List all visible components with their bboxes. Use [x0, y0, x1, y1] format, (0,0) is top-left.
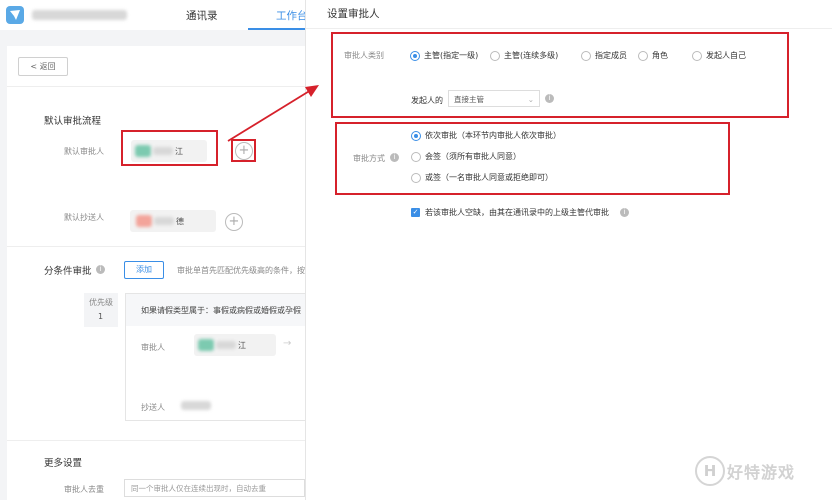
- name-blurred: [154, 217, 174, 225]
- tab-workbench[interactable]: 工作台: [276, 8, 306, 23]
- add-condition-button[interactable]: 添加: [124, 261, 164, 279]
- approver-type-option: 主管(指定一级): [424, 51, 479, 60]
- conditional-approval-title: 分条件审批: [44, 266, 92, 277]
- condition-card: 如果请假类型属于：事假或病假或婚假或孕假 审批人 江 → 抄送人: [125, 293, 307, 421]
- default-approver-chip[interactable]: 江: [131, 140, 207, 162]
- info-icon[interactable]: i: [390, 153, 399, 162]
- priority-label: 优先级: [89, 298, 113, 307]
- condition-text: 如果请假类型属于：事假或病假或婚假或孕假: [141, 306, 301, 315]
- approval-method-option: 依次审批（本环节内审批人依次审批）: [425, 131, 561, 140]
- approver-name-suffix: 江: [238, 341, 246, 350]
- org-name-blurred: [32, 10, 127, 20]
- approver-type-option: 发起人自己: [706, 51, 746, 60]
- arrow-right-icon: →: [283, 338, 292, 349]
- info-icon[interactable]: i: [620, 208, 629, 217]
- avatar: [198, 339, 214, 351]
- cc-name-suffix: 德: [176, 217, 184, 226]
- radio-method-0[interactable]: [411, 131, 421, 141]
- approver-name-suffix: 江: [175, 147, 183, 156]
- default-flow-title: 默认审批流程: [44, 116, 102, 127]
- avatar: [135, 145, 151, 157]
- chevron-down-icon: ⌄: [527, 95, 534, 104]
- info-icon[interactable]: i: [545, 94, 554, 103]
- radio-method-2[interactable]: [411, 173, 421, 183]
- app-logo-icon: [6, 6, 24, 24]
- approver-type-highlight-box: [331, 32, 789, 118]
- radio-approver-type-3[interactable]: [638, 51, 648, 61]
- add-cc-icon[interactable]: +: [225, 213, 243, 231]
- dedupe-label: 审批人去重: [64, 485, 104, 494]
- default-cc-label: 默认抄送人: [64, 213, 104, 222]
- radio-approver-type-4[interactable]: [692, 51, 702, 61]
- approver-type-label: 审批人类别: [344, 51, 384, 60]
- divider: [306, 28, 832, 29]
- radio-approver-type-2[interactable]: [581, 51, 591, 61]
- radio-approver-type-0[interactable]: [410, 51, 420, 61]
- priority-value: 1: [98, 312, 104, 321]
- approval-method-option: 或签（一名审批人同意或拒绝即可）: [425, 173, 553, 182]
- dedupe-select[interactable]: 同一个审批人仅在连续出现时，自动去重: [124, 479, 305, 497]
- initiator-label: 发起人的: [411, 96, 443, 105]
- default-approver-label: 默认审批人: [64, 147, 104, 156]
- name-blurred: [216, 341, 236, 349]
- approver-type-option: 指定成员: [595, 51, 627, 60]
- approver-type-option: 角色: [652, 51, 668, 60]
- conditional-hint: 审批单首先匹配优先级高的条件，按: [177, 266, 305, 275]
- annotation-arrow: [227, 85, 319, 142]
- condition-approver-chip[interactable]: 江: [194, 334, 276, 356]
- divider: [7, 440, 305, 441]
- back-button[interactable]: < 返回: [18, 57, 68, 76]
- watermark-logo-icon: H: [695, 456, 725, 486]
- panel-title: 设置审批人: [327, 8, 380, 20]
- fallback-checkbox-label: 若该审批人空缺，由其在通讯录中的上级主管代审批: [425, 208, 609, 217]
- info-icon[interactable]: i: [96, 265, 105, 274]
- approval-method-option: 会签（须所有审批人同意）: [425, 152, 521, 161]
- watermark-text: 好特游戏: [727, 463, 796, 482]
- initiator-select-value: 直接主管: [454, 95, 484, 104]
- avatar: [136, 215, 152, 227]
- tab-contacts[interactable]: 通讯录: [186, 8, 218, 23]
- divider: [7, 246, 305, 247]
- more-settings-title: 更多设置: [44, 458, 83, 469]
- condition-cc-label: 抄送人: [141, 403, 165, 412]
- condition-approver-label: 审批人: [141, 343, 165, 352]
- cc-name-blurred: [181, 401, 211, 410]
- radio-method-1[interactable]: [411, 152, 421, 162]
- priority-badge: 优先级 1: [84, 293, 118, 327]
- initiator-select[interactable]: 直接主管 ⌄: [448, 90, 540, 107]
- approver-type-option: 主管(连续多级): [504, 51, 559, 60]
- default-cc-chip[interactable]: 德: [130, 210, 216, 232]
- radio-approver-type-1[interactable]: [490, 51, 500, 61]
- fallback-checkbox[interactable]: ✓: [411, 208, 420, 217]
- top-bar: 通讯录 工作台: [0, 0, 306, 31]
- approval-method-label: 审批方式: [353, 154, 385, 163]
- name-blurred: [153, 147, 173, 155]
